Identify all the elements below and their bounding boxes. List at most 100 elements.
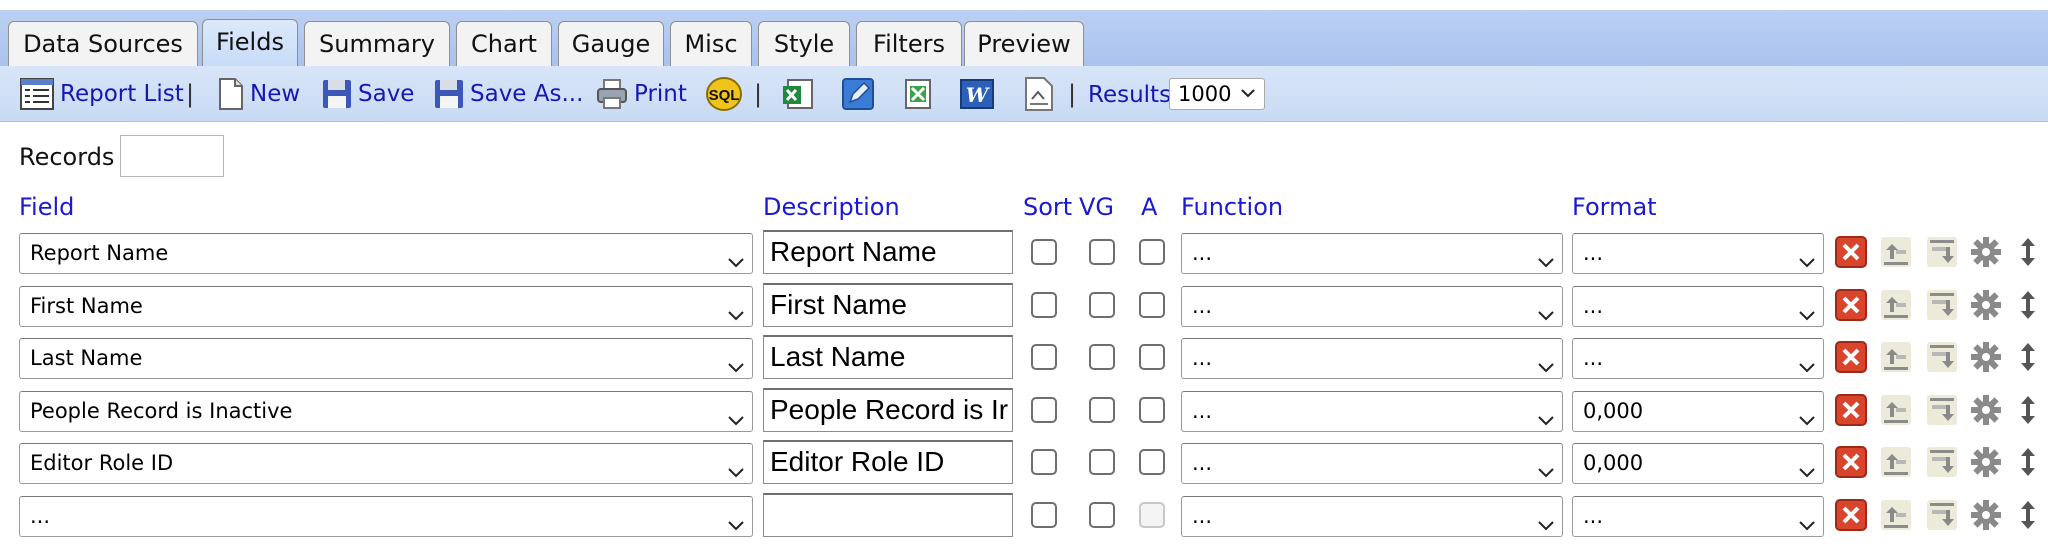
- gear-icon[interactable]: [1970, 394, 2002, 426]
- function-select[interactable]: ...: [1181, 338, 1563, 379]
- export-pdf-button[interactable]: [1024, 76, 1054, 112]
- field-select[interactable]: People Record is Inactive: [19, 391, 753, 432]
- header-a[interactable]: A: [1141, 193, 1157, 221]
- header-sort[interactable]: Sort: [1023, 193, 1072, 221]
- description-input[interactable]: Editor Role ID: [763, 440, 1013, 484]
- gear-icon[interactable]: [1970, 341, 2002, 373]
- field-select[interactable]: First Name: [19, 286, 753, 327]
- report-list-button[interactable]: Report List: [20, 76, 184, 112]
- save-button[interactable]: Save: [322, 76, 414, 112]
- move-down-icon[interactable]: [1926, 341, 1958, 373]
- format-select[interactable]: ...: [1572, 233, 1824, 274]
- field-select[interactable]: Report Name: [19, 233, 753, 274]
- delete-icon[interactable]: [1835, 289, 1867, 321]
- tab-gauge[interactable]: Gauge: [558, 21, 664, 67]
- delete-icon[interactable]: [1835, 499, 1867, 531]
- format-select[interactable]: 0,000: [1572, 391, 1824, 432]
- move-up-icon[interactable]: [1880, 341, 1912, 373]
- tab-filters[interactable]: Filters: [856, 21, 962, 67]
- drag-handle-icon[interactable]: [2013, 499, 2043, 531]
- format-select[interactable]: ...: [1572, 286, 1824, 327]
- move-down-icon[interactable]: [1926, 236, 1958, 268]
- delete-icon[interactable]: [1835, 341, 1867, 373]
- description-input[interactable]: [763, 493, 1013, 537]
- a-checkbox[interactable]: [1139, 397, 1165, 423]
- print-button[interactable]: Print: [596, 76, 687, 112]
- function-select[interactable]: ...: [1181, 286, 1563, 327]
- header-format[interactable]: Format: [1572, 193, 1657, 221]
- header-field[interactable]: Field: [19, 193, 74, 221]
- move-up-icon[interactable]: [1880, 236, 1912, 268]
- sort-checkbox[interactable]: [1031, 239, 1057, 265]
- vg-checkbox[interactable]: [1089, 344, 1115, 370]
- field-select[interactable]: ...: [19, 496, 753, 537]
- header-function[interactable]: Function: [1181, 193, 1283, 221]
- sort-checkbox[interactable]: [1031, 397, 1057, 423]
- gear-icon[interactable]: [1970, 236, 2002, 268]
- drag-handle-icon[interactable]: [2013, 341, 2043, 373]
- delete-icon[interactable]: [1835, 394, 1867, 426]
- field-select[interactable]: Last Name: [19, 338, 753, 379]
- tab-chart[interactable]: Chart: [456, 21, 552, 67]
- tab-misc[interactable]: Misc: [670, 21, 752, 67]
- a-checkbox[interactable]: [1139, 292, 1165, 318]
- function-select[interactable]: ...: [1181, 443, 1563, 484]
- delete-icon[interactable]: [1835, 446, 1867, 478]
- a-checkbox[interactable]: [1139, 344, 1165, 370]
- move-down-icon[interactable]: [1926, 446, 1958, 478]
- a-checkbox[interactable]: [1139, 239, 1165, 265]
- a-checkbox[interactable]: [1139, 449, 1165, 475]
- field-select[interactable]: Editor Role ID: [19, 443, 753, 484]
- vg-checkbox[interactable]: [1089, 292, 1115, 318]
- export-excel-button[interactable]: [782, 76, 816, 112]
- records-input[interactable]: [120, 135, 224, 177]
- sql-button[interactable]: SQL: [706, 76, 742, 112]
- move-up-icon[interactable]: [1880, 446, 1912, 478]
- drag-handle-icon[interactable]: [2013, 446, 2043, 478]
- gear-icon[interactable]: [1970, 446, 2002, 478]
- vg-checkbox[interactable]: [1089, 449, 1115, 475]
- sort-checkbox[interactable]: [1031, 449, 1057, 475]
- description-input[interactable]: Last Name: [763, 335, 1013, 379]
- header-vg[interactable]: VG: [1079, 193, 1114, 221]
- move-down-icon[interactable]: [1926, 499, 1958, 531]
- sort-checkbox[interactable]: [1031, 502, 1057, 528]
- vg-checkbox[interactable]: [1089, 502, 1115, 528]
- new-button[interactable]: New: [218, 76, 300, 112]
- move-up-icon[interactable]: [1880, 499, 1912, 531]
- description-input[interactable]: First Name: [763, 283, 1013, 327]
- gear-icon[interactable]: [1970, 289, 2002, 321]
- results-select[interactable]: 1000: [1169, 78, 1265, 110]
- format-select[interactable]: ...: [1572, 338, 1824, 379]
- tab-preview[interactable]: Preview: [964, 21, 1084, 67]
- save-as-button[interactable]: Save As...: [434, 76, 583, 112]
- tab-summary[interactable]: Summary: [304, 21, 450, 67]
- drag-handle-icon[interactable]: [2013, 394, 2043, 426]
- format-select[interactable]: 0,000: [1572, 443, 1824, 484]
- gear-icon[interactable]: [1970, 499, 2002, 531]
- export-word-button[interactable]: W: [960, 76, 994, 112]
- move-down-icon[interactable]: [1926, 289, 1958, 321]
- export-csv-button[interactable]: [902, 76, 934, 112]
- format-select[interactable]: ...: [1572, 496, 1824, 537]
- edit-button[interactable]: [842, 76, 874, 112]
- move-down-icon[interactable]: [1926, 394, 1958, 426]
- tab-fields[interactable]: Fields: [202, 19, 298, 68]
- delete-icon[interactable]: [1835, 236, 1867, 268]
- move-up-icon[interactable]: [1880, 394, 1912, 426]
- drag-handle-icon[interactable]: [2013, 236, 2043, 268]
- header-description[interactable]: Description: [763, 193, 900, 221]
- tab-style[interactable]: Style: [758, 21, 850, 67]
- sort-checkbox[interactable]: [1031, 344, 1057, 370]
- function-select[interactable]: ...: [1181, 496, 1563, 537]
- description-input[interactable]: Report Name: [763, 230, 1013, 274]
- vg-checkbox[interactable]: [1089, 397, 1115, 423]
- description-input[interactable]: People Record is Ir: [763, 388, 1013, 432]
- sort-checkbox[interactable]: [1031, 292, 1057, 318]
- function-select[interactable]: ...: [1181, 391, 1563, 432]
- function-select[interactable]: ...: [1181, 233, 1563, 274]
- drag-handle-icon[interactable]: [2013, 289, 2043, 321]
- tab-data-sources[interactable]: Data Sources: [8, 21, 198, 67]
- move-up-icon[interactable]: [1880, 289, 1912, 321]
- vg-checkbox[interactable]: [1089, 239, 1115, 265]
